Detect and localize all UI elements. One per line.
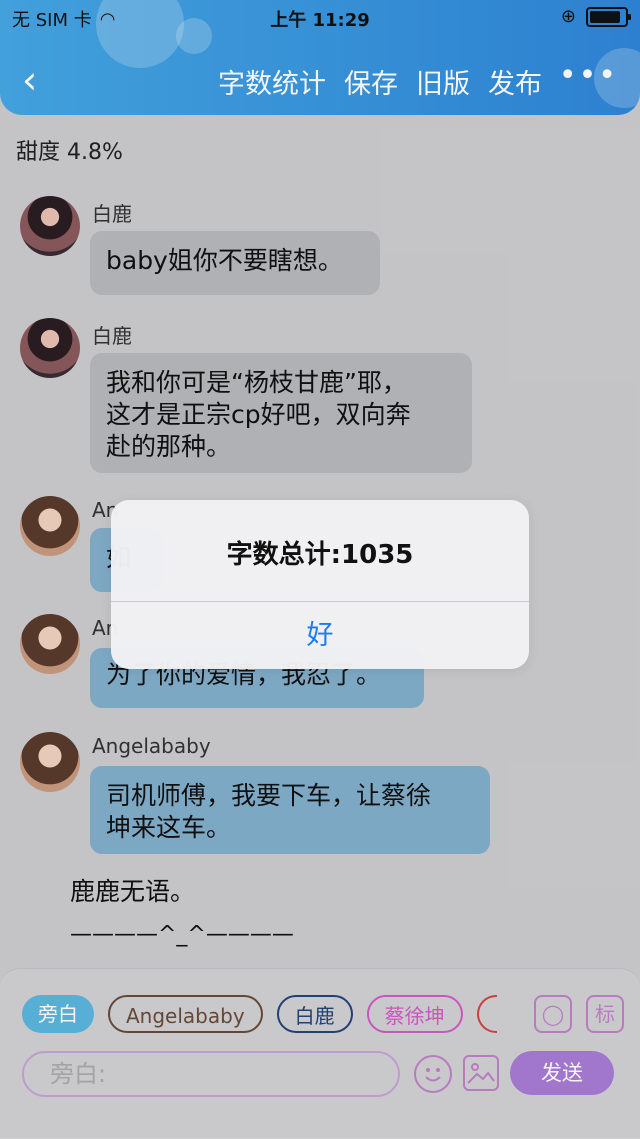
word-count-dialog: 字数总计:1035 好 bbox=[111, 500, 529, 669]
dialog-ok-button[interactable]: 好 bbox=[111, 602, 529, 669]
dialog-title: 字数总计:1035 bbox=[226, 540, 414, 570]
